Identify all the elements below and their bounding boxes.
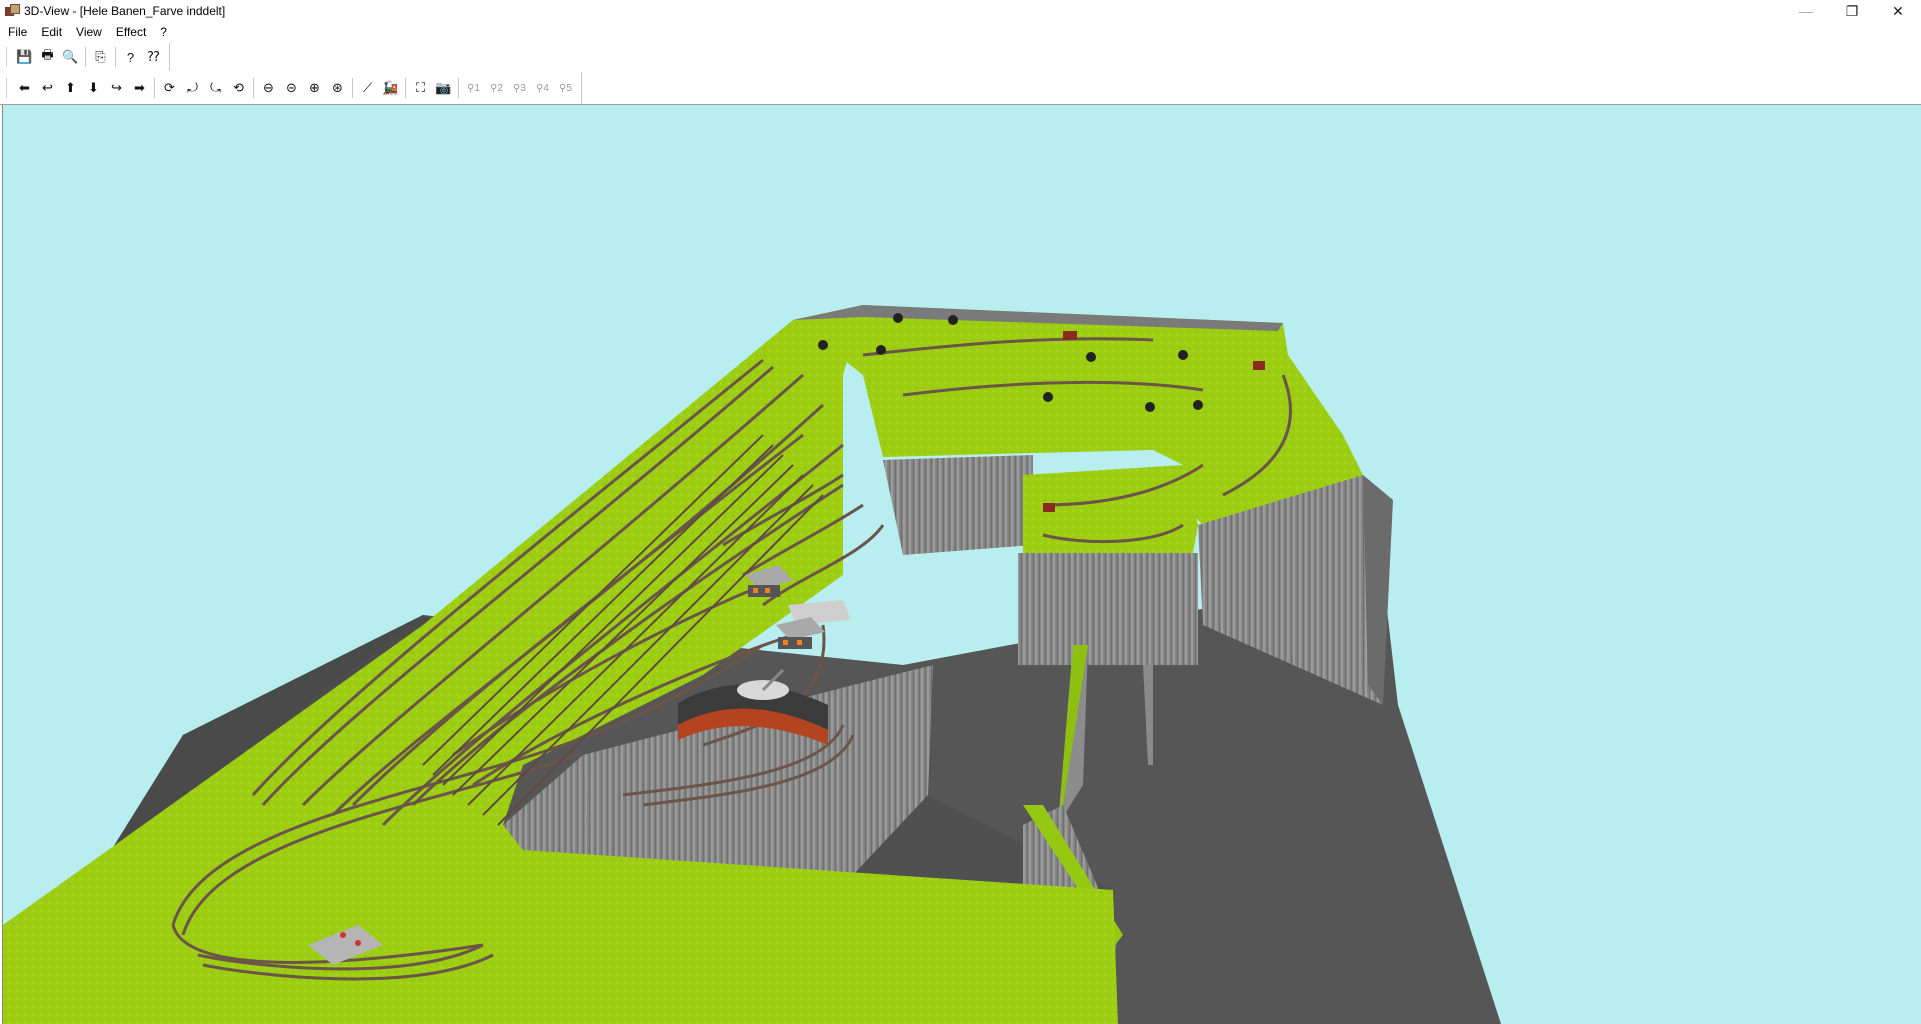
turn-left-icon: ↩	[42, 80, 53, 95]
menu-help[interactable]: ?	[153, 25, 174, 39]
title-bar: 3D-View - [Hele Banen_Farve inddelt] — ❐…	[0, 0, 1921, 22]
menu-view[interactable]: View	[69, 25, 109, 39]
toolbar-separator	[115, 47, 116, 67]
zoom-out-small-button[interactable]: ⊝	[280, 77, 303, 99]
toolbar-separator	[154, 78, 155, 98]
copy-button[interactable]: ⎘	[89, 46, 112, 68]
toolbar-separator	[458, 78, 459, 98]
viewpoint-4-icon: ⚲4	[536, 82, 549, 94]
menu-effect[interactable]: Effect	[109, 25, 153, 39]
viewpoint-5-button[interactable]: ⚲5	[554, 77, 577, 99]
train-button[interactable]: 🚂	[379, 77, 402, 99]
close-button[interactable]: ✕	[1875, 0, 1921, 22]
fullscreen-icon: ⛶	[415, 80, 426, 95]
viewpoint-1-button[interactable]: ⚲1	[462, 77, 485, 99]
view-rotate-2-button[interactable]: ⤾	[181, 77, 204, 99]
toolbar-grip[interactable]	[6, 47, 10, 67]
move-down-icon: ⬇	[88, 80, 99, 95]
help-button[interactable]: ?	[119, 46, 142, 68]
camera-button[interactable]: 📷	[432, 77, 455, 99]
toolbar-buttons: 💾 🖶 🔍 ⎘? ⁇	[0, 43, 170, 71]
back-cliff	[883, 455, 1033, 555]
viewpoint-4-button[interactable]: ⚲4	[531, 77, 554, 99]
window-title: 3D-View - [Hele Banen_Farve inddelt]	[24, 4, 226, 18]
toolbar-separator	[352, 78, 353, 98]
viewpoint-3-button[interactable]: ⚲3	[508, 77, 531, 99]
zoom-fit-button[interactable]: ⊛	[326, 77, 349, 99]
restore-button[interactable]: ❐	[1829, 0, 1875, 22]
right-peninsula-front-cliff	[1018, 553, 1198, 665]
view-rotate-1-icon: ⟳	[164, 80, 175, 95]
track-button[interactable]: ⟋	[356, 77, 379, 99]
turn-right-button[interactable]: ↪	[105, 77, 128, 99]
view-rotate-2-icon: ⤾	[187, 80, 198, 95]
move-left-icon: ⬅	[19, 80, 30, 95]
print-preview-icon: 🔍	[62, 49, 79, 64]
main-toolbar: 💾 🖶 🔍 ⎘? ⁇	[0, 43, 1921, 71]
toolbar-separator	[85, 47, 86, 67]
toolbar-separator	[405, 78, 406, 98]
3d-viewport[interactable]	[2, 105, 1921, 1024]
zoom-fit-icon: ⊛	[332, 80, 343, 95]
save-icon: 💾	[16, 49, 33, 64]
menu-edit[interactable]: Edit	[34, 25, 69, 39]
viewpoint-2-button[interactable]: ⚲2	[485, 77, 508, 99]
menu-file[interactable]: File	[0, 25, 34, 39]
move-down-button[interactable]: ⬇	[82, 77, 105, 99]
context-help-button[interactable]: ⁇	[142, 46, 165, 68]
context-help-icon: ⁇	[147, 49, 160, 64]
navigation-toolbar: ⬅ ↩ ⬆ ⬇ ↪ ➡ ⟳ ⤾ ⤿ ⟲ ⊖ ⊝ ⊕ ⊛ ⟋ 🚂 ⛶ 📷 ⚲1 ⚲2 ⚲3 ⚲4 ⚲5	[0, 72, 1921, 105]
track-icon: ⟋	[362, 80, 373, 95]
zoom-out-icon: ⊖	[263, 80, 274, 95]
camera-icon: 📷	[435, 80, 452, 95]
viewpoint-2-icon: ⚲2	[490, 82, 503, 94]
zoom-out-button[interactable]: ⊖	[257, 77, 280, 99]
print-preview-button[interactable]: 🔍	[59, 46, 82, 68]
move-up-button[interactable]: ⬆	[59, 77, 82, 99]
menu-bar: File Edit View Effect ?	[0, 22, 1921, 42]
print-button[interactable]: 🖶	[36, 46, 59, 68]
save-button[interactable]: 💾	[13, 46, 36, 68]
zoom-out-small-icon: ⊝	[286, 80, 297, 95]
viewpoint-1-icon: ⚲1	[467, 82, 480, 94]
fullscreen-button[interactable]: ⛶	[409, 77, 432, 99]
window-controls: — ❐ ✕	[1783, 0, 1921, 22]
toolbar-separator	[253, 78, 254, 98]
turn-left-button[interactable]: ↩	[36, 77, 59, 99]
turn-right-icon: ↪	[111, 80, 122, 95]
move-left-button[interactable]: ⬅	[13, 77, 36, 99]
view-rotate-4-icon: ⟲	[233, 80, 244, 95]
view-rotate-3-button[interactable]: ⤿	[204, 77, 227, 99]
train-icon: 🚂	[382, 80, 399, 95]
viewpoint-3-icon: ⚲3	[513, 82, 526, 94]
view-rotate-4-button[interactable]: ⟲	[227, 77, 250, 99]
app-icon	[5, 4, 20, 18]
copy-icon: ⎘	[95, 49, 106, 64]
help-icon: ?	[126, 49, 135, 65]
move-right-button[interactable]: ➡	[128, 77, 151, 99]
layout-scene	[3, 305, 1501, 1024]
viewpoint-5-icon: ⚲5	[559, 82, 572, 94]
zoom-in-button[interactable]: ⊕	[303, 77, 326, 99]
move-right-icon: ➡	[134, 80, 145, 95]
move-up-icon: ⬆	[65, 80, 76, 95]
view-rotate-1-button[interactable]: ⟳	[158, 77, 181, 99]
toolbar-buttons: ⬅ ↩ ⬆ ⬇ ↪ ➡ ⟳ ⤾ ⤿ ⟲ ⊖ ⊝ ⊕ ⊛ ⟋ 🚂 ⛶ 📷 ⚲1 ⚲2 ⚲3 ⚲4 ⚲5	[0, 72, 582, 104]
zoom-in-icon: ⊕	[309, 80, 320, 95]
view-rotate-3-icon: ⤿	[210, 80, 221, 95]
minimize-button[interactable]: —	[1783, 0, 1829, 22]
toolbar-grip[interactable]	[6, 78, 10, 98]
print-icon: 🖶	[41, 47, 54, 62]
